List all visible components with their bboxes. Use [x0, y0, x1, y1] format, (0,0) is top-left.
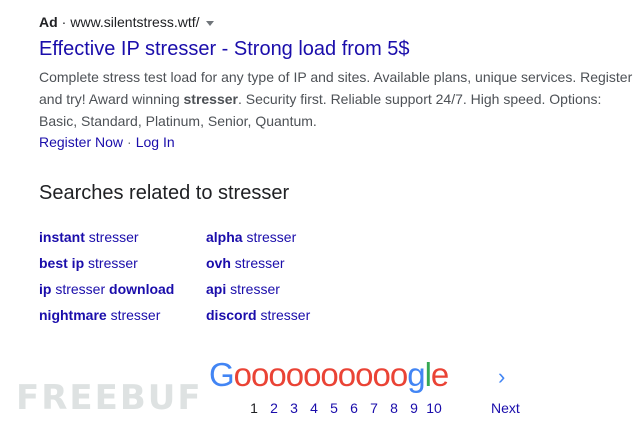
related-search-bold: download	[109, 281, 175, 297]
page-number-link[interactable]: 5	[324, 398, 344, 418]
related-search-text: stresser	[84, 229, 139, 245]
related-search-text: stresser	[256, 307, 311, 323]
related-searches-grid: instant stresser alpha stresser best ip …	[39, 226, 366, 326]
chevron-right-icon[interactable]: ›	[498, 364, 505, 390]
related-search-ovh[interactable]: ovh stresser	[206, 252, 366, 274]
pagination-logo: Goooooooooogle	[209, 355, 449, 395]
related-search-bold: api	[206, 281, 227, 297]
related-search-text: stresser	[230, 255, 285, 271]
page-number-link[interactable]: 7	[364, 398, 384, 418]
page-number-link[interactable]: 8	[384, 398, 404, 418]
ad-url-line: Ad · www.silentstress.wtf/	[39, 13, 215, 31]
chevron-down-icon[interactable]	[206, 20, 215, 26]
ad-separator: ·	[61, 14, 67, 30]
related-search-text: stresser	[106, 307, 161, 323]
related-search-best-ip[interactable]: best ip stresser	[39, 252, 206, 274]
ad-label: Ad	[39, 14, 58, 30]
sitelink-log-in[interactable]: Log In	[136, 134, 175, 150]
ad-description-keyword: stresser	[183, 91, 239, 107]
related-search-bold: ip	[39, 281, 52, 297]
related-search-text: stresser	[51, 281, 110, 297]
related-search-text: stresser	[242, 229, 297, 245]
page-number-link[interactable]: 4	[304, 398, 324, 418]
ad-description: Complete stress test load for any type o…	[39, 66, 639, 132]
related-search-alpha[interactable]: alpha stresser	[206, 226, 366, 248]
page-number-link[interactable]: 3	[284, 398, 304, 418]
related-search-instant[interactable]: instant stresser	[39, 226, 206, 248]
logo-letter-g: G	[209, 356, 235, 393]
related-search-text: stresser	[84, 255, 138, 271]
logo-letters-o: oooooooooo	[233, 356, 409, 393]
related-search-text: stresser	[226, 281, 280, 297]
logo-letter-e: e	[430, 356, 449, 393]
freebuf-watermark: FREEBUF	[16, 378, 203, 418]
related-search-nightmare[interactable]: nightmare stresser	[39, 304, 206, 326]
related-search-api[interactable]: api stresser	[206, 278, 366, 300]
pagination-numbers: 1 2 3 4 5 6 7 8 9 10	[244, 398, 444, 418]
pagination-next-link[interactable]: Next	[491, 398, 520, 418]
related-search-bold: discord	[206, 307, 257, 323]
sitelink-register-now[interactable]: Register Now	[39, 134, 123, 150]
ad-title-link[interactable]: Effective IP stresser - Strong load from…	[39, 36, 410, 62]
page-number-current: 1	[250, 400, 258, 416]
related-search-ip-download[interactable]: ip stresser download	[39, 278, 206, 300]
related-search-bold: alpha	[206, 229, 243, 245]
watermark-text: FREEBUF	[16, 378, 203, 418]
ad-sitelinks: Register Now · Log In	[39, 132, 175, 152]
page-number-link[interactable]: 2	[264, 398, 284, 418]
related-search-discord[interactable]: discord stresser	[206, 304, 366, 326]
related-search-bold: ovh	[206, 255, 231, 271]
related-searches-title: Searches related to stresser	[39, 182, 290, 204]
page-number-link[interactable]: 10	[424, 398, 444, 418]
sitelink-separator: ·	[127, 134, 132, 150]
ad-url[interactable]: www.silentstress.wtf/	[70, 14, 199, 30]
page-number-link[interactable]: 9	[404, 398, 424, 418]
related-search-bold: best ip	[39, 255, 85, 271]
logo-letter-g2: g	[407, 356, 425, 393]
page-number-link[interactable]: 6	[344, 398, 364, 418]
related-search-bold: instant	[39, 229, 85, 245]
search-results-page: Ad · www.silentstress.wtf/ Effective IP st…	[0, 0, 643, 426]
related-search-bold: nightmare	[39, 307, 107, 323]
